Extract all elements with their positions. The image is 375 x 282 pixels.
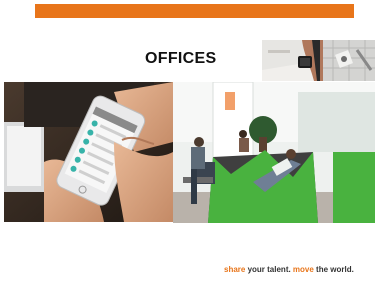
slogan-word-share: share bbox=[224, 265, 246, 274]
slogan-text-world: the world. bbox=[313, 265, 354, 274]
slogan: share your talent. move the world. bbox=[224, 265, 354, 274]
page-title: OFFICES bbox=[145, 50, 217, 67]
desk-items-photo bbox=[323, 40, 375, 81]
wristwatch-photo bbox=[262, 40, 323, 81]
office-lounge-photo bbox=[173, 82, 375, 223]
top-accent-bar bbox=[35, 4, 354, 18]
smartphone-photo bbox=[4, 82, 173, 222]
slogan-word-move: move bbox=[292, 265, 314, 274]
slogan-text-talent: your talent. bbox=[245, 265, 293, 274]
